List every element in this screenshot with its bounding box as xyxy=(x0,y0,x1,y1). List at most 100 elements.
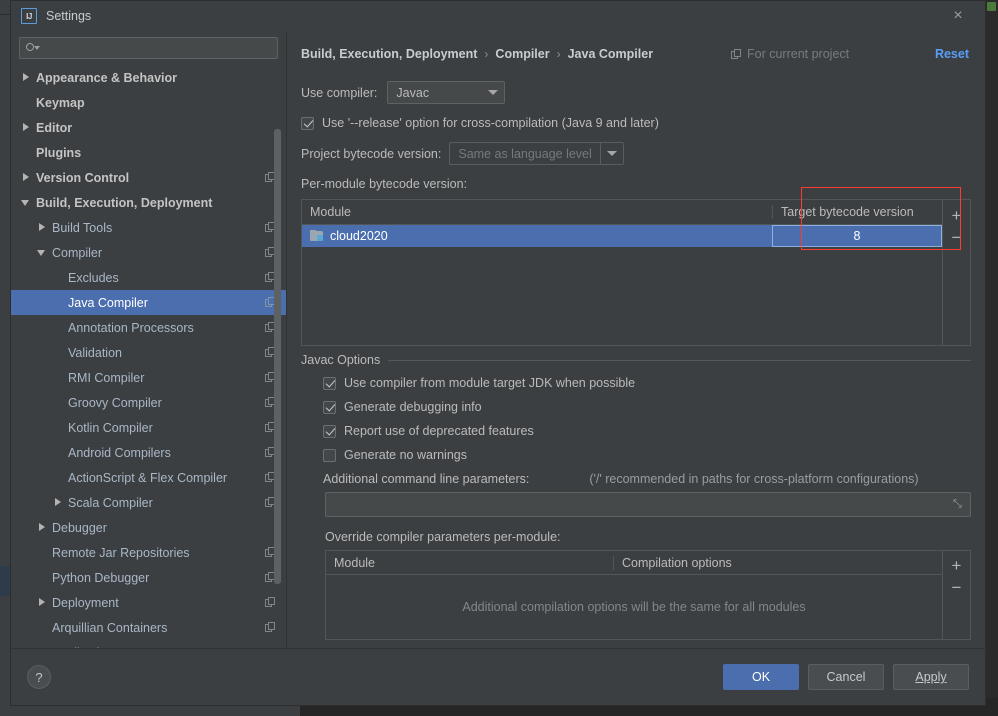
add-module-button[interactable]: + xyxy=(945,204,969,226)
add-override-button[interactable]: + xyxy=(945,554,969,576)
module-bytecode-table-block: Module Target bytecode version cloud2020 xyxy=(301,187,971,346)
use-module-jdk-row[interactable]: Use compiler from module target JDK when… xyxy=(323,376,971,390)
sidebar-item-android-compilers[interactable]: Android Compilers xyxy=(11,440,286,465)
sidebar-item-validation[interactable]: Validation xyxy=(11,340,286,365)
sidebar-item-label: Build, Execution, Deployment xyxy=(36,195,213,210)
for-current-project-label: For current project xyxy=(731,47,849,61)
use-compiler-select[interactable]: Javac xyxy=(387,81,506,104)
chevron-right-icon[interactable] xyxy=(53,497,64,508)
breadcrumb-item-0[interactable]: Build, Execution, Deployment xyxy=(301,47,477,61)
sidebar-item-kotlin-compiler[interactable]: Kotlin Compiler xyxy=(11,415,286,440)
sidebar-item-rmi-compiler[interactable]: RMI Compiler xyxy=(11,365,286,390)
override-params-table[interactable]: Module Compilation options Additional co… xyxy=(325,550,943,640)
generate-no-warnings-row[interactable]: Generate no warnings xyxy=(323,448,971,462)
remove-override-button[interactable]: − xyxy=(945,576,969,598)
remove-module-button[interactable]: − xyxy=(945,226,969,248)
dialog-buttons: OK Cancel Apply xyxy=(723,664,969,690)
chevron-right-icon[interactable] xyxy=(21,172,32,183)
sidebar-item-deployment[interactable]: Deployment xyxy=(11,590,286,615)
override-table-block: Module Compilation options Additional co… xyxy=(325,550,971,640)
chevron-down-icon[interactable] xyxy=(21,197,32,208)
additional-params-hint: ('/' recommended in paths for cross-plat… xyxy=(589,472,919,486)
sidebar-item-arquillian-containers[interactable]: Arquillian Containers xyxy=(11,615,286,640)
sidebar-item-scala-compiler[interactable]: Scala Compiler xyxy=(11,490,286,515)
sidebar-scrollbar-thumb[interactable] xyxy=(274,129,281,584)
module-name: cloud2020 xyxy=(330,229,388,243)
reset-link[interactable]: Reset xyxy=(935,47,969,61)
settings-tree[interactable]: Appearance & Behavior Keymap Editor Plugins… xyxy=(11,63,286,648)
sidebar-item-remote-jar-repositories[interactable]: Remote Jar Repositories xyxy=(11,540,286,565)
sidebar-item-label: Validation xyxy=(68,345,122,360)
expand-icon[interactable]: ⤡ xyxy=(953,499,964,510)
override-table-toolbar: + − xyxy=(943,550,971,640)
sidebar-item-python-debugger[interactable]: Python Debugger xyxy=(11,565,286,590)
sidebar-item-build-tools[interactable]: Build Tools xyxy=(11,215,286,240)
sidebar-item-annotation-processors[interactable]: Annotation Processors xyxy=(11,315,286,340)
target-bytecode-cell[interactable]: 8 xyxy=(772,225,942,247)
per-module-bytecode-label: Per-module bytecode version: xyxy=(301,177,468,191)
sidebar-item-java-compiler[interactable]: Java Compiler xyxy=(11,290,286,315)
search-input[interactable] xyxy=(39,40,271,56)
sidebar-item-compiler[interactable]: Compiler xyxy=(11,240,286,265)
chevron-right-icon[interactable] xyxy=(37,597,48,608)
sidebar-scrollbar-track[interactable] xyxy=(274,67,284,607)
release-option-checkbox[interactable] xyxy=(301,116,314,130)
javac-options-title: Javac Options xyxy=(301,353,389,367)
sidebar-item-application-servers[interactable]: Application Servers xyxy=(11,640,286,649)
table-row[interactable]: cloud2020 8 xyxy=(302,225,942,247)
module-bytecode-table[interactable]: Module Target bytecode version cloud2020 xyxy=(301,199,943,346)
project-bytecode-select[interactable]: Same as language level xyxy=(449,142,624,165)
override-module-column-header[interactable]: Module xyxy=(326,555,614,570)
close-icon[interactable]: × xyxy=(947,5,969,27)
sidebar-item-editor[interactable]: Editor xyxy=(11,115,286,140)
chevron-right-icon[interactable] xyxy=(21,72,32,83)
report-deprecated-row[interactable]: Report use of deprecated features xyxy=(323,424,971,438)
chevron-right-icon[interactable] xyxy=(21,122,32,133)
breadcrumb-item-1[interactable]: Compiler xyxy=(495,47,549,61)
use-module-jdk-label: Use compiler from module target JDK when… xyxy=(344,376,636,390)
sidebar-item-keymap[interactable]: Keymap xyxy=(11,90,286,115)
use-module-jdk-checkbox[interactable] xyxy=(323,376,336,390)
module-cell[interactable]: cloud2020 xyxy=(302,229,772,243)
sidebar-item-build-execution-deployment[interactable]: Build, Execution, Deployment xyxy=(11,190,286,215)
sidebar-item-plugins[interactable]: Plugins xyxy=(11,140,286,165)
sidebar-item-label: RMI Compiler xyxy=(68,370,145,385)
project-bytecode-label: Project bytecode version: xyxy=(301,146,442,161)
additional-params-input[interactable]: ⤡ xyxy=(325,492,971,517)
generate-no-warnings-checkbox[interactable] xyxy=(323,448,336,462)
apply-button-label: Apply xyxy=(915,670,947,684)
sidebar-item-label: Version Control xyxy=(36,170,130,185)
apply-button[interactable]: Apply xyxy=(893,664,969,690)
chevron-right-icon[interactable] xyxy=(37,522,48,533)
module-column-header[interactable]: Module xyxy=(302,205,772,219)
for-current-project-text: For current project xyxy=(747,47,850,61)
cancel-button[interactable]: Cancel xyxy=(808,664,884,690)
settings-dialog: IJ Settings × Appearance & Behavior Keyma… xyxy=(10,0,986,706)
sidebar-search-wrap xyxy=(11,31,286,63)
help-button[interactable]: ? xyxy=(27,665,51,689)
chevron-right-icon[interactable] xyxy=(37,222,48,233)
compilation-options-column-header[interactable]: Compilation options xyxy=(614,556,942,570)
sidebar-item-label: Keymap xyxy=(36,95,85,110)
sidebar-item-excludes[interactable]: Excludes xyxy=(11,265,286,290)
sidebar-item-appearance-behavior[interactable]: Appearance & Behavior xyxy=(11,65,286,90)
ok-button[interactable]: OK xyxy=(723,664,799,690)
sidebar-item-actionscript-flex-compiler[interactable]: ActionScript & Flex Compiler xyxy=(11,465,286,490)
sidebar-item-debugger[interactable]: Debugger xyxy=(11,515,286,540)
release-option-row[interactable]: Use '--release' option for cross-compila… xyxy=(301,116,971,130)
search-box[interactable] xyxy=(19,37,278,59)
target-bytecode-column-header[interactable]: Target bytecode version xyxy=(772,205,942,219)
dialog-title: Settings xyxy=(46,9,92,23)
report-deprecated-checkbox[interactable] xyxy=(323,424,336,438)
override-table-empty-text: Additional compilation options will be t… xyxy=(462,600,806,614)
chevron-down-icon[interactable] xyxy=(37,247,48,258)
sidebar-item-groovy-compiler[interactable]: Groovy Compiler xyxy=(11,390,286,415)
generate-debugging-info-checkbox[interactable] xyxy=(323,400,336,414)
generate-debugging-info-row[interactable]: Generate debugging info xyxy=(323,400,971,414)
dialog-body: Appearance & Behavior Keymap Editor Plugins… xyxy=(11,31,985,648)
sidebar-item-version-control[interactable]: Version Control xyxy=(11,165,286,190)
module-table-body: cloud2020 8 xyxy=(302,225,942,345)
